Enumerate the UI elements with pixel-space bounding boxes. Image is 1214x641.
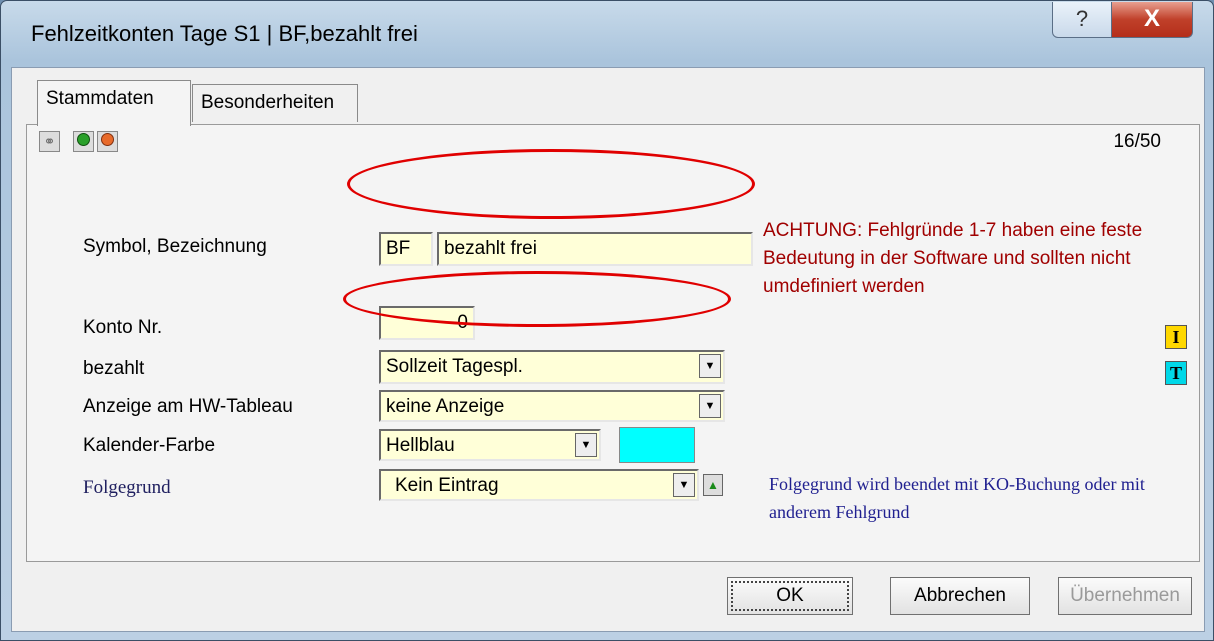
anzeige-select-value: keine Anzeige bbox=[386, 396, 505, 417]
cancel-button[interactable]: Abbrechen bbox=[890, 577, 1030, 615]
chevron-down-icon[interactable]: ▼ bbox=[575, 433, 597, 457]
color-swatch[interactable] bbox=[619, 427, 695, 463]
symbol-label: Symbol, Bezeichnung bbox=[83, 236, 267, 257]
tab-besonderheiten[interactable]: Besonderheiten bbox=[192, 84, 358, 122]
konto-label: Konto Nr. bbox=[83, 317, 163, 338]
anzeige-select[interactable]: keine Anzeige ▼ bbox=[379, 390, 725, 422]
chevron-down-icon[interactable]: ▼ bbox=[673, 473, 695, 497]
close-button[interactable]: X bbox=[1111, 2, 1193, 38]
bezahlt-label: bezahlt bbox=[83, 358, 145, 379]
konto-input[interactable]: 0 bbox=[379, 306, 475, 340]
symbol-input[interactable]: BF bbox=[379, 232, 433, 266]
folgegrund-select-value: Kein Eintrag bbox=[395, 475, 499, 496]
home-icon[interactable]: ▲ bbox=[703, 474, 723, 496]
paperclip-icon[interactable]: ⚭ bbox=[39, 131, 60, 152]
insert-icon[interactable]: I bbox=[1165, 325, 1187, 349]
bezahlt-select-value: Sollzeit Tagespl. bbox=[386, 356, 523, 377]
farbe-label: Kalender-Farbe bbox=[83, 435, 216, 456]
folgegrund-label: Folgegrund bbox=[83, 477, 171, 498]
ok-button[interactable]: OK bbox=[727, 577, 853, 615]
text-icon[interactable]: T bbox=[1165, 361, 1187, 385]
farbe-select[interactable]: Hellblau ▼ bbox=[379, 429, 601, 461]
name-input[interactable]: bezahlt frei bbox=[437, 232, 753, 266]
dialog-client-area: Stammdaten Besonderheiten ⚭ 16/50 Symbol… bbox=[11, 67, 1205, 632]
warning-text: ACHTUNG: Fehlgründe 1-7 haben eine feste… bbox=[763, 220, 1143, 297]
green-circle-icon[interactable] bbox=[73, 131, 94, 152]
title-bar[interactable]: Fehlzeitkonten Tage S1 | BF,bezahlt frei… bbox=[1, 1, 1213, 67]
tab-stammdaten[interactable]: Stammdaten bbox=[37, 80, 191, 126]
dialog-window: Fehlzeitkonten Tage S1 | BF,bezahlt frei… bbox=[0, 0, 1214, 641]
tab-panel-stammdaten: ⚭ 16/50 Symbol, Bezeichnung BF bezahlt f… bbox=[26, 124, 1200, 562]
chevron-down-icon[interactable]: ▼ bbox=[699, 394, 721, 418]
record-counter: 16/50 bbox=[1113, 131, 1161, 152]
bezahlt-select[interactable]: Sollzeit Tagespl. ▼ bbox=[379, 350, 725, 384]
anzeige-label: Anzeige am HW-Tableau bbox=[83, 396, 293, 417]
apply-button[interactable]: Übernehmen bbox=[1058, 577, 1192, 615]
orange-circle-icon[interactable] bbox=[97, 131, 118, 152]
help-button[interactable]: ? bbox=[1052, 2, 1112, 38]
chevron-down-icon[interactable]: ▼ bbox=[699, 354, 721, 378]
farbe-select-value: Hellblau bbox=[386, 435, 455, 456]
window-title: Fehlzeitkonten Tage S1 | BF,bezahlt frei bbox=[31, 21, 418, 46]
folgegrund-select[interactable]: Kein Eintrag ▼ bbox=[379, 469, 699, 501]
folgegrund-note: Folgegrund wird beendet mit KO-Buchung o… bbox=[769, 474, 1145, 522]
